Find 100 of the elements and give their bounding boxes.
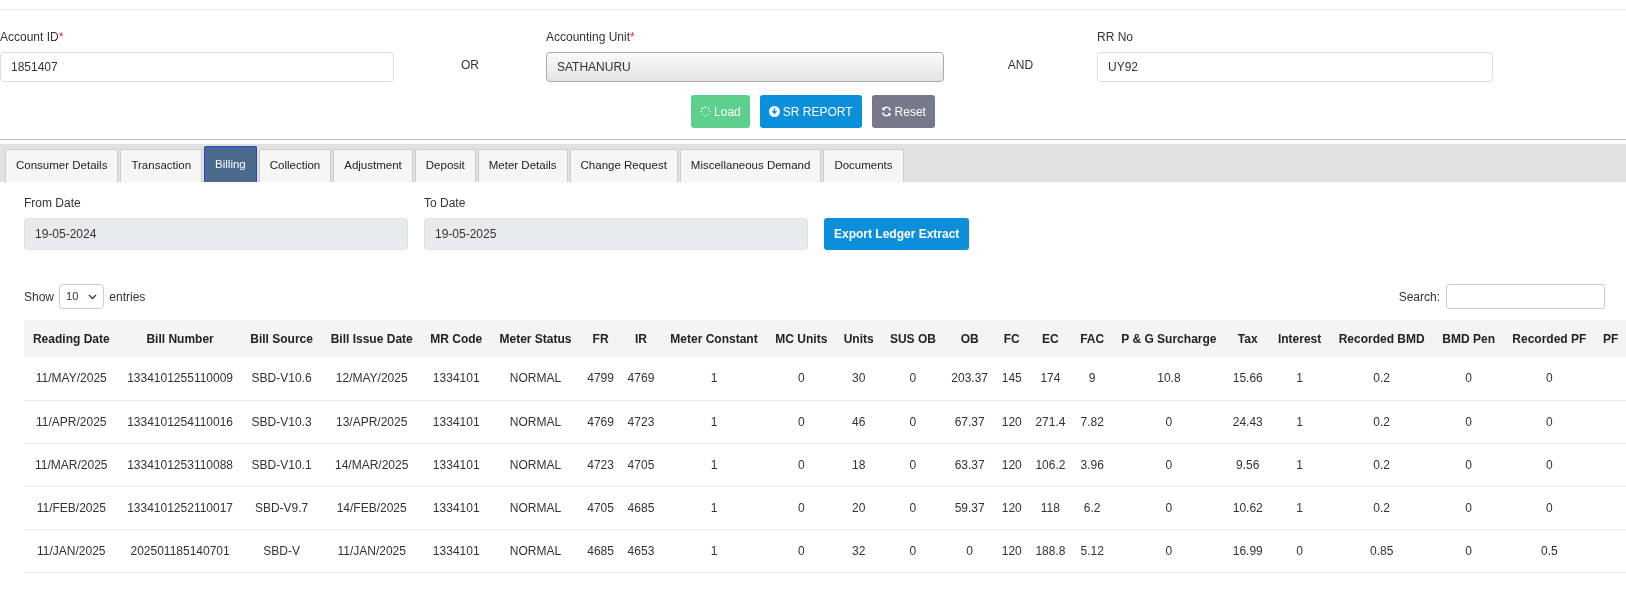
page-size-select[interactable]: 10: [59, 284, 105, 309]
table-cell: 1: [1269, 400, 1330, 443]
accounting-unit-select[interactable]: SATHANURU: [546, 52, 944, 82]
download-icon: [768, 106, 780, 117]
tab[interactable]: Documents: [823, 149, 904, 182]
from-date-field[interactable]: 19-05-2024: [24, 218, 408, 250]
table-cell: 118: [1028, 486, 1073, 529]
table-cell: 174: [1028, 357, 1073, 400]
tab[interactable]: Transaction: [120, 149, 203, 182]
table-cell: SBD-V10.1: [241, 443, 322, 486]
table-cell: 0: [766, 443, 836, 486]
table-cell: 0.2: [1329, 486, 1434, 529]
column-header[interactable]: Bill Source: [241, 320, 322, 357]
tab[interactable]: Change Request: [569, 149, 678, 182]
tab[interactable]: Collection: [258, 149, 332, 182]
table-cell: 4685: [580, 529, 621, 572]
column-header[interactable]: Meter Status: [490, 320, 581, 357]
table-cell: 0: [1433, 529, 1504, 572]
column-header[interactable]: Interest: [1269, 320, 1330, 357]
account-id-field[interactable]: 1851407: [0, 52, 394, 82]
column-header[interactable]: Recorded PF: [1503, 320, 1596, 357]
table-cell: 10.62: [1225, 486, 1270, 529]
tab[interactable]: Billing: [204, 146, 257, 182]
table-cell: 271.4: [1028, 400, 1073, 443]
column-header[interactable]: OB: [944, 320, 996, 357]
export-button[interactable]: Export Ledger Extract: [824, 218, 970, 250]
column-header[interactable]: Meter Constant: [661, 320, 767, 357]
column-header[interactable]: Recorded BMD: [1329, 320, 1434, 357]
table-cell: 18: [835, 443, 882, 486]
required-mark: *: [58, 29, 64, 46]
table-cell: 0.2: [1329, 400, 1434, 443]
table-cell: 1: [661, 400, 767, 443]
table-cell: 0: [1111, 443, 1226, 486]
column-header[interactable]: Bill Issue Date: [321, 320, 422, 357]
entries-label: entries: [109, 288, 146, 306]
tab[interactable]: Miscellaneous Demand: [679, 149, 822, 182]
search-label: Search:: [1398, 288, 1440, 306]
table-cell: 63.37: [944, 443, 996, 486]
column-header[interactable]: EC: [1028, 320, 1073, 357]
table-cell: 13/APR/2025: [321, 400, 422, 443]
column-header[interactable]: Tax: [1225, 320, 1270, 357]
table-cell: 1334101: [421, 400, 491, 443]
table-cell: 1334101: [421, 529, 491, 572]
table-cell: 10.8: [1111, 357, 1226, 400]
column-header[interactable]: BMD Pen: [1433, 320, 1504, 357]
table-cell: 0: [1433, 443, 1504, 486]
table-cell: 1334101252110017: [118, 486, 242, 529]
table-cell: 6.2: [1072, 486, 1112, 529]
to-date-field[interactable]: 19-05-2025: [424, 218, 808, 250]
table-cell: 11/MAR/2025: [24, 443, 119, 486]
table-cell: 0: [1111, 529, 1226, 572]
report-button[interactable]: SR REPORT: [759, 95, 862, 128]
table-cell: 1: [1269, 443, 1330, 486]
rr-no-field[interactable]: UY92: [1097, 52, 1493, 82]
search-field[interactable]: [1446, 284, 1605, 309]
field-label: Accounting Unit: [546, 29, 631, 46]
table-cell: 11/APR/2025: [24, 400, 119, 443]
column-header[interactable]: Reading Date: [24, 320, 119, 357]
table-cell: 0: [1269, 529, 1330, 572]
table-cell: 0: [881, 400, 945, 443]
table-cell: 9: [1072, 357, 1112, 400]
field-label: Account ID: [0, 29, 59, 46]
table-cell: 0: [766, 357, 836, 400]
column-header[interactable]: IR: [620, 320, 662, 357]
field-label: RR No: [1097, 29, 1133, 46]
table-cell: 1334101255110009: [118, 357, 242, 400]
table-cell: 0: [881, 357, 945, 400]
tab[interactable]: Adjustment: [333, 149, 413, 182]
tab[interactable]: Meter Details: [477, 149, 568, 182]
table-cell: 0.2: [1329, 443, 1434, 486]
table-cell: 1: [661, 486, 767, 529]
table-cell: 1334101254110016: [118, 400, 242, 443]
column-header[interactable]: Units: [835, 320, 882, 357]
table-cell: 0: [766, 529, 836, 572]
column-header[interactable]: Bill Number: [118, 320, 242, 357]
table-cell: 16.99: [1225, 529, 1270, 572]
table-cell: 4723: [620, 400, 662, 443]
table-cell: 11/JAN/2025: [24, 529, 119, 572]
column-header[interactable]: PF: [1595, 320, 1626, 357]
table-cell: 1: [661, 529, 767, 572]
column-header[interactable]: MR Code: [421, 320, 491, 357]
column-header[interactable]: MC Units: [766, 320, 836, 357]
column-header[interactable]: FC: [995, 320, 1029, 357]
table-cell: 0: [1111, 486, 1226, 529]
tab[interactable]: Consumer Details: [5, 149, 119, 182]
table-cell: 0.5: [1503, 529, 1596, 572]
column-header[interactable]: P & G Surcharge: [1111, 320, 1226, 357]
table-cell: 14/FEB/2025: [321, 486, 422, 529]
tab[interactable]: Deposit: [414, 149, 476, 182]
table-cell: 3.96: [1072, 443, 1112, 486]
column-header[interactable]: SUS OB: [881, 320, 945, 357]
table-cell: 0: [881, 529, 945, 572]
table-cell: 4685: [620, 486, 662, 529]
column-header[interactable]: FAC: [1072, 320, 1112, 357]
table-cell: NORMAL: [490, 529, 581, 572]
table-cell: 30: [835, 357, 882, 400]
reset-button[interactable]: Reset: [871, 95, 935, 128]
table-cell: 0: [1503, 486, 1596, 529]
show-label: Show: [24, 288, 55, 306]
column-header[interactable]: FR: [580, 320, 621, 357]
